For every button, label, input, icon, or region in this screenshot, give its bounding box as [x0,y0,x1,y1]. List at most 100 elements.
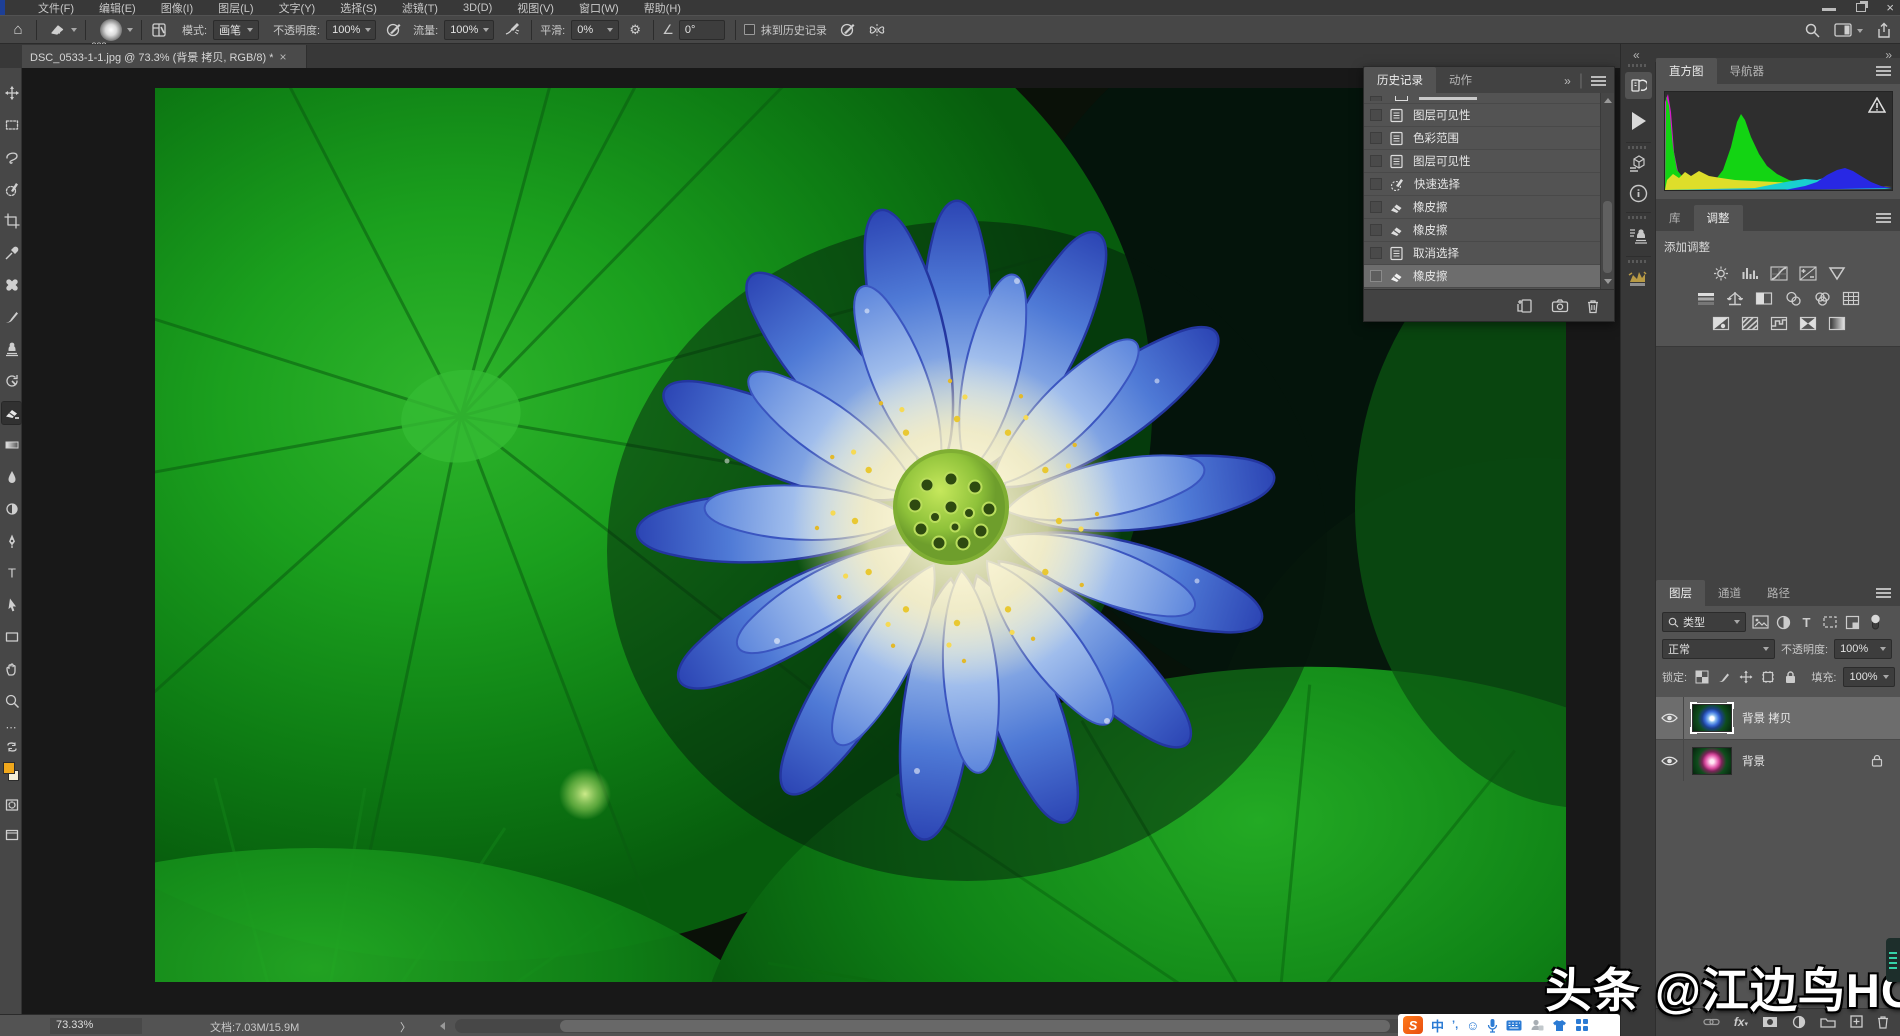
status-zoom-field[interactable]: 73.33% [50,1018,142,1034]
lasso-tool[interactable] [2,146,21,168]
new-doc-from-state-icon[interactable] [1516,298,1534,314]
blur-tool[interactable] [2,466,21,488]
flow-field[interactable]: 100% [444,20,494,40]
clone-stamp-tool[interactable] [2,338,21,360]
sogou-punctuation[interactable]: ’, [1452,1019,1458,1031]
layer-thumbnail[interactable] [1692,747,1732,775]
fill-field[interactable]: 100% [1843,667,1895,687]
curves-icon[interactable] [1768,265,1790,282]
scroll-up-icon[interactable] [1604,98,1612,103]
restore-button[interactable] [1856,3,1866,12]
tab-navigator[interactable]: 导航器 [1717,58,1778,84]
search-icon[interactable] [1804,22,1821,39]
exposure-icon[interactable] [1797,265,1819,282]
posterize-icon[interactable] [1739,315,1761,332]
black-white-icon[interactable] [1753,290,1775,307]
menu-item-image[interactable]: 图像(I) [161,0,193,16]
document-tab[interactable]: DSC_0533-1-1.jpg @ 73.3% (背景 拷贝, RGB/8) … [22,45,307,68]
scrollbar-thumb[interactable] [1603,201,1612,273]
layer-thumbnail[interactable] [1692,704,1732,732]
filter-pixel-layers-icon[interactable] [1752,614,1769,631]
opacity-pressure-icon[interactable] [385,21,403,39]
history-source-checkbox[interactable] [1370,270,1382,282]
eraser-tool-icon[interactable] [49,21,66,38]
menu-item-edit[interactable]: 编辑(E) [99,0,136,16]
screen-mode-icon[interactable] [2,824,21,846]
actions-panel-icon[interactable] [1629,110,1649,132]
layer-visibility-eye-icon[interactable] [1656,697,1684,739]
lock-position-icon[interactable] [1739,669,1754,686]
history-source-checkbox[interactable] [1370,155,1382,167]
histogram-warning-icon[interactable] [1868,97,1886,113]
crop-tool[interactable] [2,210,21,232]
symmetry-icon[interactable] [867,21,887,39]
healing-brush-tool[interactable] [2,274,21,296]
tab-history[interactable]: 历史记录 [1364,67,1436,93]
lock-pixels-icon[interactable] [1716,669,1731,686]
channel-mixer-icon[interactable] [1811,290,1833,307]
tab-channels[interactable]: 通道 [1705,580,1754,606]
color-balance-icon[interactable] [1724,290,1746,307]
sogou-logo[interactable]: S [1403,1016,1423,1034]
sogou-mic-icon[interactable] [1487,1018,1498,1033]
new-snapshot-camera-icon[interactable] [1551,298,1569,313]
layer-visibility-eye-icon[interactable] [1656,740,1684,781]
adjustments-menu-icon[interactable] [1876,213,1891,223]
blend-mode-select[interactable]: 正常 [1662,639,1775,659]
angle-field[interactable]: 0° [679,20,725,40]
hue-saturation-icon[interactable] [1695,290,1717,307]
lock-transparency-icon[interactable] [1694,669,1709,686]
menu-item-help[interactable]: 帮助(H) [644,0,681,16]
menu-item-file[interactable]: 文件(F) [38,0,74,16]
menu-item-type[interactable]: 文字(Y) [279,0,316,16]
filter-toggle-switch[interactable] [1867,614,1884,631]
erase-history-checkbox[interactable] [744,24,755,35]
shape-tool[interactable] [2,626,21,648]
workspace-switcher[interactable] [1834,23,1863,38]
history-item[interactable]: 橡皮擦 [1364,196,1600,219]
filter-shape-layers-icon[interactable] [1821,614,1838,631]
lock-all-icon[interactable] [1783,669,1798,686]
opacity-field[interactable]: 100% [326,20,376,40]
airbrush-icon[interactable] [503,21,521,39]
history-source-checkbox[interactable] [1370,132,1382,144]
threshold-icon[interactable] [1768,315,1790,332]
history-source-checkbox[interactable] [1370,178,1382,190]
layer-filter-select[interactable]: 类型 [1662,612,1746,632]
tab-histogram[interactable]: 直方图 [1656,58,1717,84]
path-select-tool[interactable] [2,594,21,616]
invert-icon[interactable] [1710,315,1732,332]
scroll-down-icon[interactable] [1604,279,1612,284]
quick-mask-icon[interactable] [2,794,21,816]
layer-row-selected[interactable]: 背景 拷贝 [1656,697,1900,739]
size-pressure-icon[interactable] [839,21,857,39]
dodge-tool[interactable] [2,498,21,520]
history-source-checkbox[interactable] [1370,109,1382,121]
eyedropper-tool[interactable] [2,242,21,264]
document-tab-close-icon[interactable]: × [279,50,286,64]
dock-collapse-left-icon[interactable]: « [1633,48,1640,62]
history-source-checkbox[interactable] [1370,247,1382,259]
layer-opacity-field[interactable]: 100% [1834,639,1892,659]
sogou-keyboard-icon[interactable] [1506,1020,1522,1031]
smoothing-gear-icon[interactable]: ⚙ [625,20,645,40]
histogram-menu-icon[interactable] [1876,66,1891,76]
clone-source-panel-icon[interactable] [1628,226,1648,246]
marquee-tool[interactable] [2,114,21,136]
history-item[interactable]: 色彩范围 [1364,127,1600,150]
gradient-map-icon[interactable] [1797,315,1819,332]
edit-toolbar-icon[interactable]: ⋯ [2,716,21,738]
quick-selection-tool[interactable] [2,178,21,200]
layer-row[interactable]: 背景 [1656,739,1900,781]
sogou-account-icon[interactable] [1530,1018,1544,1032]
menu-item-layer[interactable]: 图层(L) [218,0,253,16]
brush-picker-caret[interactable] [127,28,133,32]
gradient-tool[interactable] [2,434,21,456]
home-icon[interactable]: ⌂ [8,20,28,40]
history-source-checkbox[interactable] [1370,224,1382,236]
tab-adjustments[interactable]: 调整 [1694,205,1743,231]
tab-libraries[interactable]: 库 [1656,205,1694,231]
smooth-field[interactable]: 0% [571,20,619,40]
menu-item-window[interactable]: 窗口(W) [579,0,619,16]
tool-preset-caret[interactable] [71,28,77,32]
